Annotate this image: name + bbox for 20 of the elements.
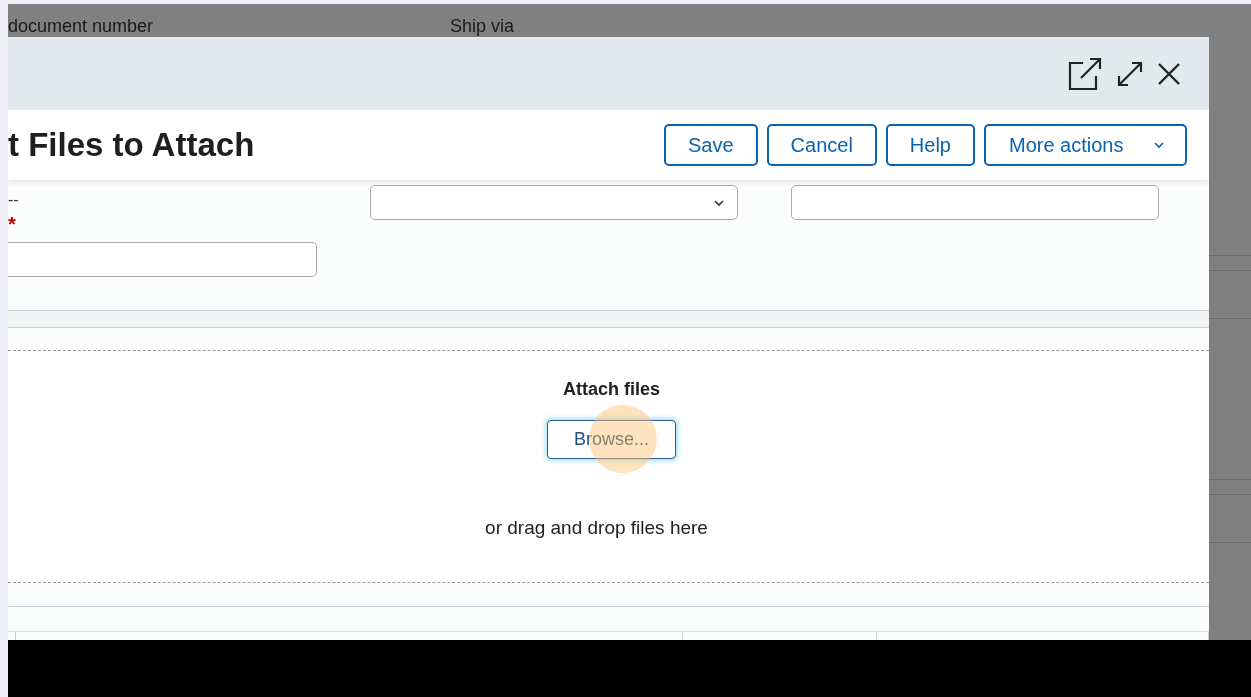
more-actions-button[interactable]: More actions (984, 124, 1187, 166)
drop-zone-heading: Attach files (563, 379, 660, 400)
open-in-new-window-icon[interactable] (1067, 56, 1103, 91)
input-field[interactable] (8, 242, 317, 277)
close-icon[interactable] (1157, 61, 1181, 86)
action-button[interactable]: Cancel (766, 124, 877, 166)
dialog-title: t Files to Attach (8, 126, 255, 164)
dropdown-field[interactable] (370, 185, 738, 220)
action-button[interactable]: Save (664, 124, 758, 166)
chevron-down-icon (1153, 141, 1165, 149)
field-label: -- (8, 191, 19, 209)
drop-zone[interactable]: Attach files Browse... or drag and drop files here (8, 350, 1209, 583)
required-mark: * (8, 213, 16, 236)
drop-hint: or drag and drop files here (485, 517, 708, 539)
chevron-down-icon (713, 198, 725, 207)
browse-button[interactable]: Browse... (547, 420, 676, 459)
column-label: Ship via (450, 16, 515, 36)
action-button[interactable]: Help (885, 124, 975, 166)
input-field[interactable] (791, 185, 1159, 220)
column-label: document number (8, 16, 155, 36)
